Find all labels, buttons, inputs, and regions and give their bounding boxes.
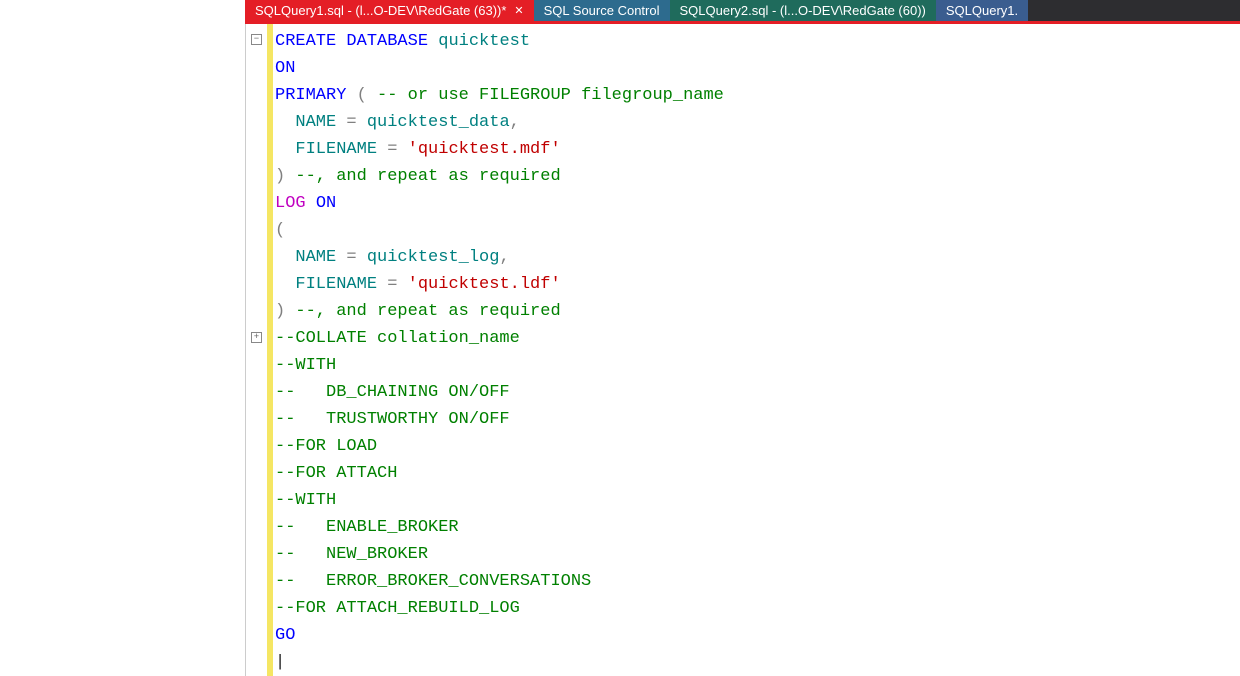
code-line: NAME = quicktest_data, — [275, 109, 1240, 136]
code-line: ON — [275, 55, 1240, 82]
code-line: FILENAME = 'quicktest.ldf' — [275, 271, 1240, 298]
code-line: --FOR ATTACH — [275, 460, 1240, 487]
code-line: --FOR ATTACH_REBUILD_LOG — [275, 595, 1240, 622]
code-line: --COLLATE collation_name — [275, 325, 1240, 352]
tab-bar: SQLQuery1.sql - (l...O-DEV\RedGate (63))… — [245, 0, 1240, 21]
fold-toggle-icon[interactable]: − — [251, 34, 262, 45]
code-line: CREATE DATABASE quicktest — [275, 28, 1240, 55]
code-line: ) --, and repeat as required — [275, 298, 1240, 325]
editor-window: SQLQuery1.sql - (l...O-DEV\RedGate (63))… — [0, 0, 1240, 657]
tab-sqlquery2[interactable]: SQLQuery2.sql - (l...O-DEV\RedGate (60)) — [670, 0, 936, 21]
code-line: -- ERROR_BROKER_CONVERSATIONS — [275, 568, 1240, 595]
tab-sqlquery1[interactable]: SQLQuery1.sql - (l...O-DEV\RedGate (63))… — [245, 0, 534, 21]
tab-label: SQL Source Control — [544, 3, 660, 18]
close-icon[interactable]: ✕ — [514, 4, 523, 17]
tab-label: SQLQuery1. — [946, 3, 1018, 18]
code-line: PRIMARY ( -- or use FILEGROUP filegroup_… — [275, 82, 1240, 109]
fold-toggle-icon[interactable]: + — [251, 332, 262, 343]
tab-sql-source-control[interactable]: SQL Source Control — [534, 0, 670, 21]
editor-area: − + CREATE DATABASE quicktest ON PRIMARY… — [245, 21, 1240, 676]
code-line: ) --, and repeat as required — [275, 163, 1240, 190]
code-line: -- TRUSTWORTHY ON/OFF — [275, 406, 1240, 433]
code-line: -- NEW_BROKER — [275, 541, 1240, 568]
tab-label: SQLQuery2.sql - (l...O-DEV\RedGate (60)) — [680, 3, 926, 18]
tab-sqlquery1b[interactable]: SQLQuery1. — [936, 0, 1028, 21]
code-line: -- ENABLE_BROKER — [275, 514, 1240, 541]
code-line: --WITH — [275, 352, 1240, 379]
code-line: --WITH — [275, 487, 1240, 514]
code-line: GO — [275, 622, 1240, 649]
fold-gutter: − + — [245, 24, 267, 676]
tab-label: SQLQuery1.sql - (l...O-DEV\RedGate (63))… — [255, 3, 506, 18]
code-line: ( — [275, 217, 1240, 244]
code-line: NAME = quicktest_log, — [275, 244, 1240, 271]
code-editor[interactable]: CREATE DATABASE quicktest ON PRIMARY ( -… — [273, 24, 1240, 676]
code-line: -- DB_CHAINING ON/OFF — [275, 379, 1240, 406]
code-line: LOG ON — [275, 190, 1240, 217]
code-line: --FOR LOAD — [275, 433, 1240, 460]
code-line: FILENAME = 'quicktest.mdf' — [275, 136, 1240, 163]
code-line: | — [275, 649, 1240, 676]
